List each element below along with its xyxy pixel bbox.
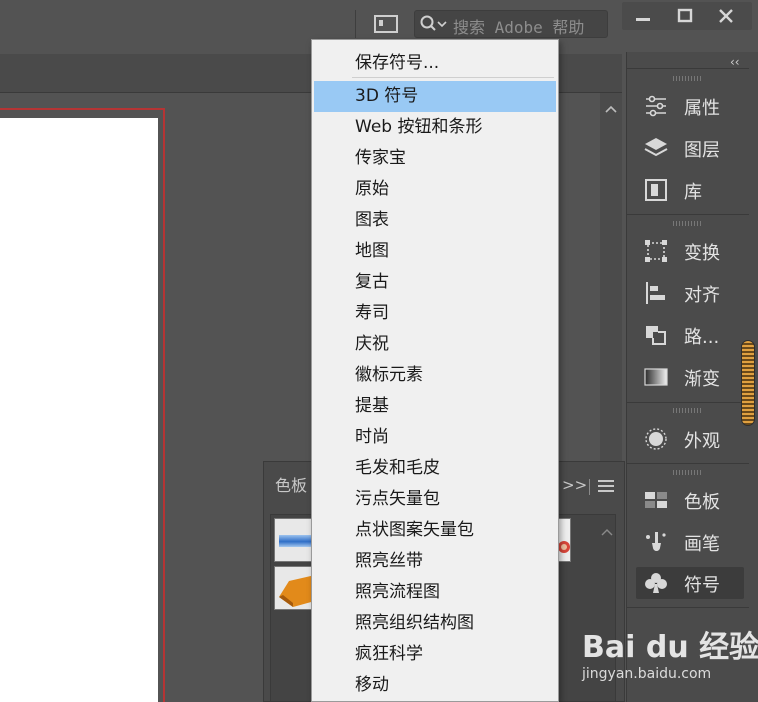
panel-label: 图层 (684, 140, 720, 161)
panel-header-divider (589, 479, 590, 495)
dock-divider (627, 68, 749, 69)
menu-item[interactable]: Web 按钮和条形 (314, 112, 556, 143)
panel-label: 符号 (684, 575, 720, 596)
panel-appearance[interactable]: 外观 (636, 423, 744, 455)
library-icon (644, 179, 668, 201)
sliders-icon (644, 95, 668, 117)
watermark: Bai du 经验 jingyan.baidu.com (580, 618, 758, 702)
vertical-scrollbar[interactable] (600, 93, 622, 463)
menu-item-save-symbols[interactable]: 保存符号... (355, 48, 439, 73)
panel-gradient[interactable]: 渐变 (636, 361, 744, 393)
menu-item[interactable]: 点状图案矢量包 (314, 515, 556, 546)
menu-item[interactable]: 庆祝 (314, 329, 556, 360)
panel-label: 画笔 (684, 534, 720, 555)
hamburger-icon[interactable] (598, 478, 614, 492)
collapse-dock-button[interactable]: ‹‹ (730, 55, 740, 69)
dock-divider (627, 214, 749, 215)
panel-pathfinder[interactable]: 路... (636, 319, 744, 351)
menu-item[interactable]: 寿司 (314, 298, 556, 329)
menu-item[interactable]: 移动 (314, 670, 556, 701)
panel-label: 色板 (684, 492, 720, 513)
menu-item[interactable]: 照亮流程图 (314, 577, 556, 608)
menu-item[interactable]: 原始 (314, 174, 556, 205)
panel-align[interactable]: 对齐 (636, 277, 744, 309)
close-icon[interactable] (711, 4, 741, 28)
align-icon (644, 282, 668, 304)
panel-layers[interactable]: 图层 (636, 132, 744, 164)
panel-label: 渐变 (684, 369, 720, 390)
brush-icon (644, 531, 668, 553)
appearance-icon (644, 428, 668, 450)
panel-group-grip[interactable] (673, 470, 703, 475)
panel-label: 属性 (684, 98, 720, 119)
menu-item[interactable]: 疯狂科学 (314, 639, 556, 670)
watermark-brand: Bai du 经验 (582, 630, 758, 665)
menu-item[interactable]: 毛发和毛皮 (314, 453, 556, 484)
menu-item[interactable]: 复古 (314, 267, 556, 298)
transform-icon (644, 240, 668, 262)
artboard[interactable] (0, 118, 158, 702)
layers-icon (644, 137, 668, 159)
menu-item[interactable]: 图表 (314, 205, 556, 236)
panel-properties[interactable]: 属性 (636, 90, 744, 122)
pathfinder-icon (644, 324, 668, 346)
menu-item[interactable]: 照亮组织结构图 (314, 608, 556, 639)
panel-swatches[interactable]: 色板 (636, 484, 744, 516)
panel-libraries[interactable]: 库 (636, 174, 744, 206)
dock-divider (627, 402, 749, 403)
club-icon (644, 572, 668, 594)
menu-item[interactable]: 传家宝 (314, 143, 556, 174)
tab-swatches[interactable]: 色板 (275, 472, 307, 496)
symbol-library-menu: 保存符号... 3D 符号 Web 按钮和条形 传家宝 原始 图表 地图 复古 寿司 庆祝 徽标元… (311, 39, 559, 702)
menu-item[interactable]: 3D 符号 (314, 81, 556, 112)
watermark-url: jingyan.baidu.com (582, 666, 712, 682)
scroll-up-icon[interactable] (604, 100, 618, 113)
panel-group-grip[interactable] (673, 221, 703, 226)
panel-label: 库 (684, 182, 702, 203)
maximize-icon[interactable] (670, 4, 700, 28)
menu-item[interactable]: 徽标元素 (314, 360, 556, 391)
menu-item[interactable]: 提基 (314, 391, 556, 422)
panel-group-grip[interactable] (673, 408, 703, 413)
symbol-thumbnail[interactable] (274, 566, 314, 610)
menu-item[interactable]: 污点矢量包 (314, 484, 556, 515)
scroll-up-icon[interactable] (601, 521, 613, 540)
menu-separator (352, 77, 554, 78)
minimize-icon[interactable] (628, 4, 658, 28)
panel-label: 外观 (684, 431, 720, 452)
search-placeholder: 搜索 Adobe 帮助 (453, 18, 585, 37)
menu-item[interactable]: 照亮丝带 (314, 546, 556, 577)
panel-label: 路... (684, 327, 720, 348)
search-icon[interactable] (419, 14, 449, 34)
arrange-documents-icon[interactable] (374, 14, 398, 34)
panel-brushes[interactable]: 画笔 (636, 526, 744, 558)
bleed-guide (163, 108, 165, 702)
gradient-icon (644, 366, 668, 388)
bleed-guide (0, 108, 165, 110)
symbol-thumbnail[interactable] (274, 518, 314, 562)
search-help-field[interactable]: 搜索 Adobe 帮助 (414, 10, 608, 38)
panel-transform[interactable]: 变换 (636, 235, 744, 267)
panel-label: 变换 (684, 243, 720, 264)
dock-scrollbar[interactable] (741, 340, 755, 426)
dock-divider (627, 463, 749, 464)
menu-item[interactable]: 时尚 (314, 422, 556, 453)
dock-divider (627, 607, 749, 608)
panel-symbols[interactable]: 符号 (636, 567, 744, 599)
panel-group-grip[interactable] (673, 76, 703, 81)
swatches-icon (644, 489, 668, 511)
panel-label: 对齐 (684, 285, 720, 306)
panel-overflow-button[interactable]: >> (562, 476, 587, 494)
toolbar-separator (355, 10, 356, 38)
menu-item-list: 3D 符号 Web 按钮和条形 传家宝 原始 图表 地图 复古 寿司 庆祝 徽标元素 提基 时尚 毛发和… (314, 81, 556, 701)
menu-item[interactable]: 地图 (314, 236, 556, 267)
